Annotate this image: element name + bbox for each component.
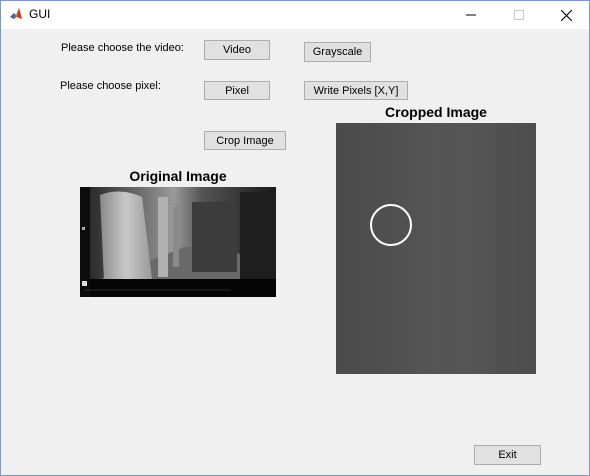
pixel-button[interactable]: Pixel	[204, 81, 270, 100]
minimize-button[interactable]	[448, 1, 494, 29]
cropped-image	[336, 123, 536, 374]
exit-button[interactable]: Exit	[474, 445, 541, 465]
grayscale-button[interactable]: Grayscale	[304, 42, 371, 62]
maximize-icon	[514, 10, 524, 20]
close-icon	[560, 9, 572, 21]
cropped-image-title: Cropped Image	[385, 104, 487, 120]
original-image	[80, 187, 276, 297]
app-window: GUI Please choose the video: Video Grays…	[0, 0, 590, 476]
original-image-title: Original Image	[129, 168, 227, 184]
crop-image-button[interactable]: Crop Image	[204, 131, 286, 150]
window-title: GUI	[29, 7, 51, 21]
maximize-button[interactable]	[496, 1, 542, 29]
video-button[interactable]: Video	[204, 40, 270, 60]
choose-video-label: Please choose the video:	[61, 42, 184, 54]
matlab-icon	[9, 7, 23, 21]
close-button[interactable]	[543, 1, 589, 29]
title-bar[interactable]: GUI	[1, 1, 589, 29]
write-pixels-button[interactable]: Write Pixels [X,Y]	[304, 81, 408, 100]
choose-pixel-label: Please choose pixel:	[60, 80, 161, 92]
minimize-icon	[466, 14, 476, 16]
